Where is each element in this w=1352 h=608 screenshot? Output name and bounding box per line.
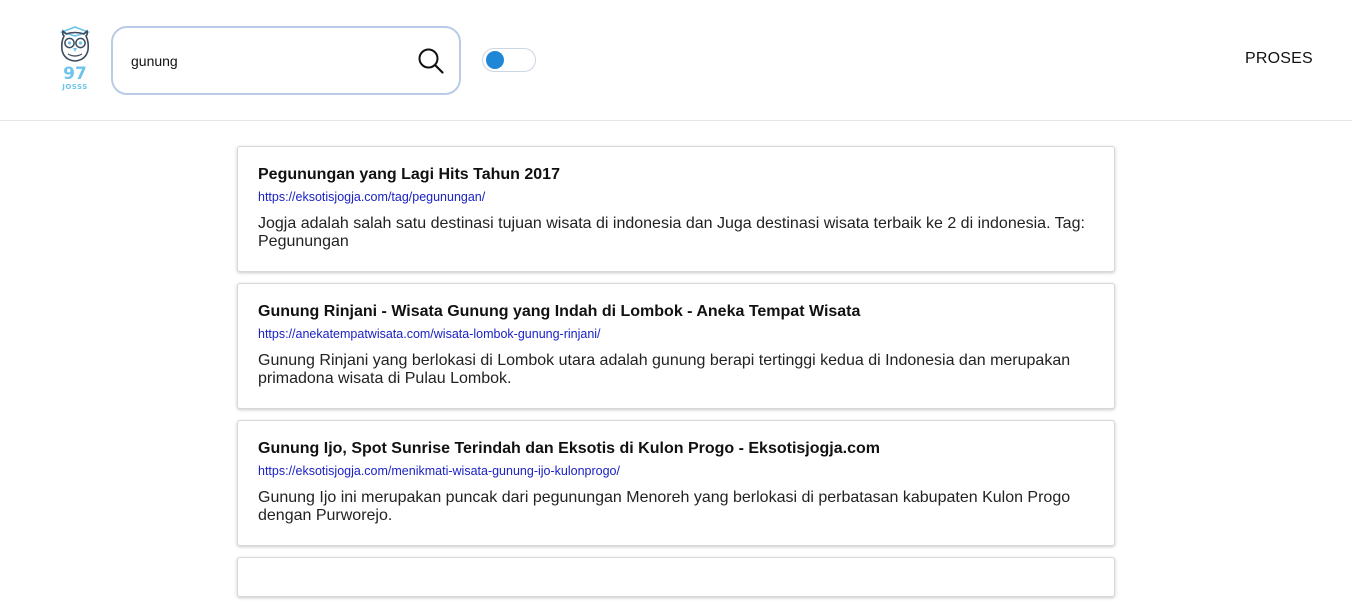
proses-link[interactable]: PROSES bbox=[1245, 50, 1313, 68]
result-snippet: Gunung Ijo ini merupakan puncak dari peg… bbox=[258, 489, 1071, 524]
owl-logo[interactable]: 97 JOSSS bbox=[52, 26, 98, 96]
result-card: Gunung Rinjani - Wisata Gunung yang Inda… bbox=[237, 283, 1115, 409]
result-url[interactable]: https://eksotisjogja.com/tag/pegunungan/ bbox=[258, 189, 1094, 205]
owl-logo-icon bbox=[59, 26, 91, 62]
result-card: Pegunungan yang Lagi Hits Tahun 2017 htt… bbox=[237, 146, 1115, 272]
result-snippet: Gunung Rinjani yang berlokasi di Lombok … bbox=[258, 352, 1071, 387]
search-input[interactable] bbox=[131, 49, 401, 73]
result-url[interactable]: https://anekatempatwisata.com/wisata-lom… bbox=[258, 326, 1094, 342]
search-icon[interactable] bbox=[417, 47, 445, 75]
toggle-knob bbox=[486, 51, 504, 69]
logo-number: 97 bbox=[63, 64, 87, 84]
result-url[interactable]: https://eksotisjogja.com/menikmati-wisat… bbox=[258, 463, 1094, 479]
top-header: 97 JOSSS PROSES bbox=[0, 0, 1352, 121]
result-card: Gunung Ijo, Spot Sunrise Terindah dan Ek… bbox=[237, 420, 1115, 546]
logo-text: JOSSS bbox=[62, 83, 88, 91]
result-snippet: Jogja adalah salah satu destinasi tujuan… bbox=[258, 215, 1085, 250]
results-list: Pegunungan yang Lagi Hits Tahun 2017 htt… bbox=[237, 146, 1115, 608]
result-title[interactable]: Pegunungan yang Lagi Hits Tahun 2017 bbox=[258, 165, 1094, 185]
result-title[interactable]: Gunung Rinjani - Wisata Gunung yang Inda… bbox=[258, 302, 1094, 322]
search-box bbox=[111, 26, 461, 95]
result-title[interactable]: Gunung Ijo, Spot Sunrise Terindah dan Ek… bbox=[258, 439, 1094, 459]
result-card-partial bbox=[237, 557, 1115, 597]
mode-toggle[interactable] bbox=[482, 48, 536, 72]
